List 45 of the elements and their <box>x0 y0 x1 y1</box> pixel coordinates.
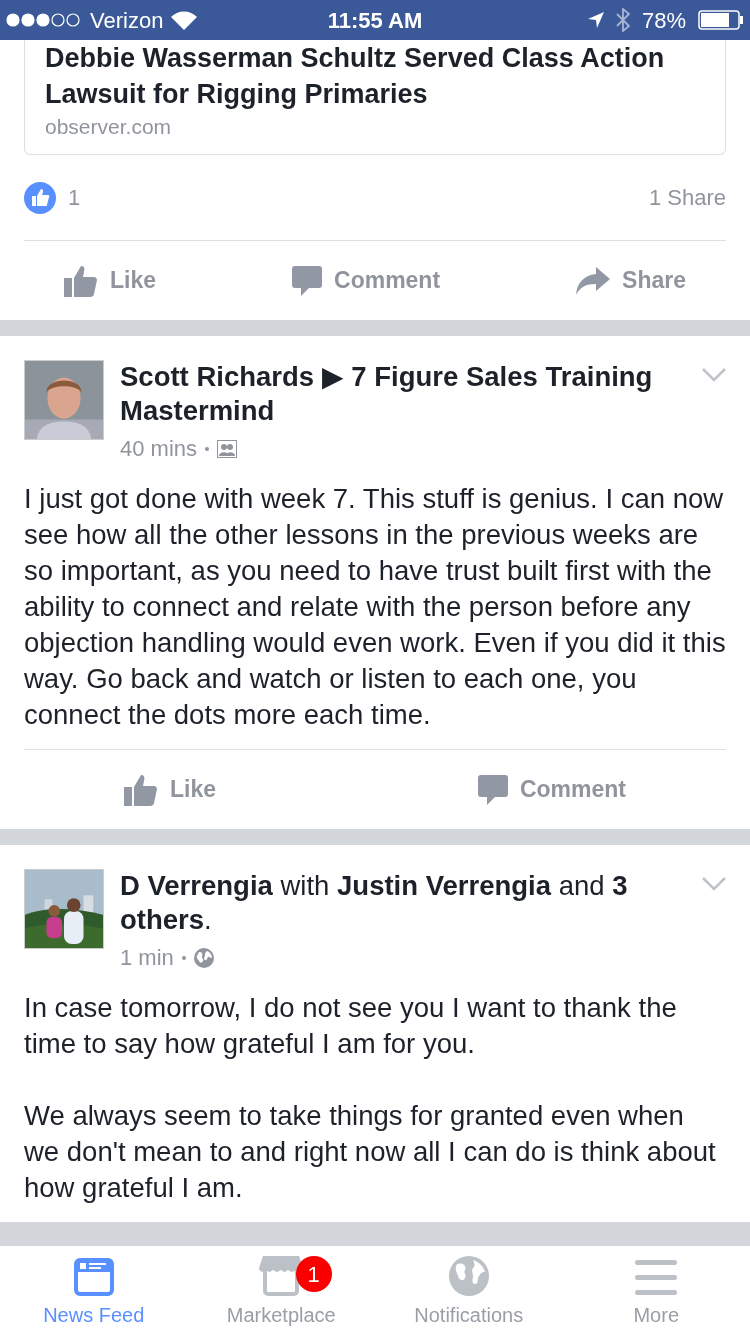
speech-bubble-icon <box>477 773 508 806</box>
comment-button[interactable]: Comment <box>437 764 666 815</box>
wifi-icon <box>171 10 198 30</box>
dot-separator-icon <box>205 446 210 451</box>
post-time: 40 mins <box>120 435 198 463</box>
notification-badge: 1 <box>295 1256 332 1292</box>
clock: 11:55 AM <box>327 6 423 35</box>
chevron-down-icon[interactable] <box>702 877 726 891</box>
post-time: 1 min <box>120 944 174 972</box>
like-button[interactable]: Like <box>24 255 197 306</box>
tab-bar-item[interactable]: News Feed <box>0 1246 188 1334</box>
link-domain: observer.com <box>45 114 173 140</box>
post-text: In case tomorrow, I do not see you I want to thank the time to say how grateful I am for you. <box>24 991 678 1061</box>
globe-icon <box>193 947 214 968</box>
signal-icon <box>6 13 82 27</box>
speech-bubble-icon <box>292 264 322 297</box>
bluetooth-icon <box>615 8 630 32</box>
like-count: 1 <box>68 184 81 212</box>
group-icon <box>217 439 238 458</box>
battery-icon <box>698 10 744 30</box>
battery-percent: 78% <box>641 6 686 35</box>
thumbs-up-icon <box>124 773 158 806</box>
post-text: We always seem to take things for granted even when we don't mean to and right now all I can do is think about how grateful I am. <box>24 1099 717 1205</box>
share-button[interactable]: Share <box>536 255 726 306</box>
tab-bar-item[interactable]: Notifications <box>375 1246 563 1334</box>
location-arrow-icon <box>587 12 604 28</box>
chevron-down-icon[interactable] <box>702 368 726 382</box>
carrier-name: Verizon <box>90 6 164 35</box>
thumbs-up-icon <box>64 264 98 297</box>
post-text: I just got done with week 7. This stuff is genius. I can now see how all the other lessons in the previous weeks are so important, as you need to have trust built first with the ability to connect and relate with the person before any objection handling would even work. Even if you did it this way. Go back and watch or listen to each one, you connect the dots more each time. <box>24 482 726 732</box>
like-reaction-icon <box>24 181 56 214</box>
tab-bar-item[interactable]: Marketplace 1 <box>187 1246 375 1334</box>
link-preview-card[interactable]: Debbie Wasserman Schultz Served Class Action Lawsuit for Rigging Primaries observer.com <box>24 40 726 155</box>
comment-button[interactable]: Comment <box>252 255 481 306</box>
link-title: Debbie Wasserman Schultz Served Class Action Lawsuit for Rigging Primaries <box>45 42 666 111</box>
share-count[interactable]: 1 Share <box>648 181 726 214</box>
globe-icon <box>448 1256 489 1296</box>
menu-icon <box>635 1260 678 1296</box>
post-header: Scott Richards ▶ 7 Figure Sales Training Mastermind <box>120 360 654 428</box>
tab-bar-item[interactable]: More <box>562 1246 750 1334</box>
post-header: D Verrengia with Justin Verrengia and 3 others. <box>120 869 629 937</box>
dot-separator-icon <box>181 955 186 960</box>
share-arrow-icon <box>576 266 611 295</box>
like-button[interactable]: Like <box>84 764 257 815</box>
newspaper-icon <box>73 1258 114 1296</box>
